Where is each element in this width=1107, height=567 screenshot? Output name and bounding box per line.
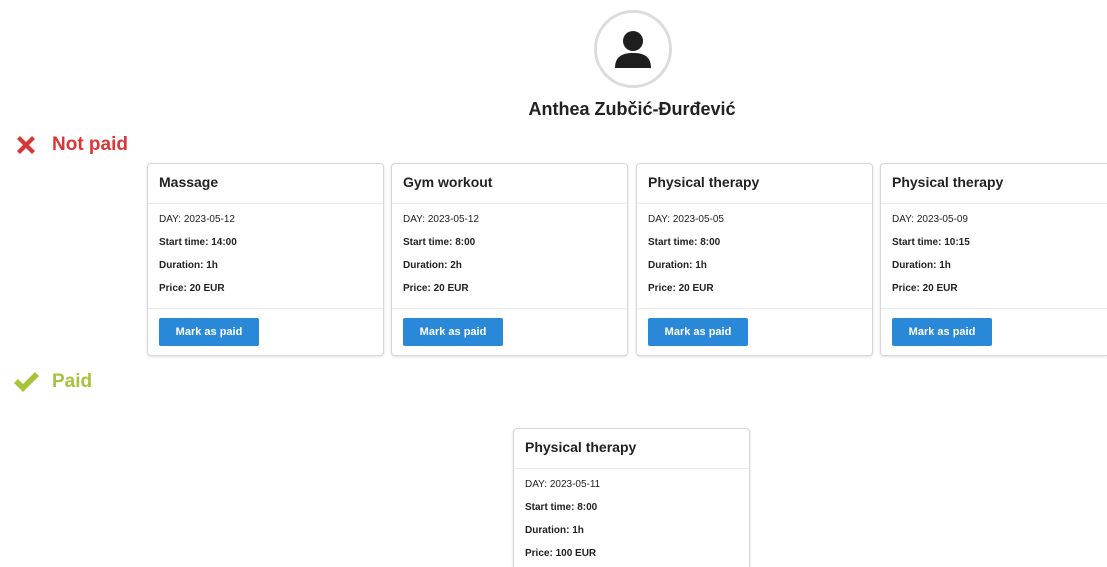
card-day: DAY: 2023-05-09 xyxy=(892,214,968,225)
card-start-time: Start time: 8:00 xyxy=(525,502,598,513)
check-mark-icon xyxy=(12,368,40,396)
mark-as-paid-button[interactable]: Mark as paid xyxy=(648,318,748,346)
card-price: Price: 20 EUR xyxy=(892,283,958,294)
page: Anthea Zubčić-Đurđević Not paid Massage … xyxy=(0,0,1107,567)
appointment-card: Physical therapy DAY: 2023-05-11 Start t… xyxy=(513,428,750,567)
card-day: DAY: 2023-05-12 xyxy=(159,214,235,225)
card-start-time: Start time: 8:00 xyxy=(648,237,721,248)
section-label-paid: Paid xyxy=(52,371,93,392)
card-title: Massage xyxy=(148,164,383,204)
section-header-not-paid: Not paid xyxy=(12,131,128,159)
card-duration: Duration: 1h xyxy=(892,260,951,271)
card-price: Price: 20 EUR xyxy=(159,283,225,294)
mark-as-paid-button[interactable]: Mark as paid xyxy=(403,318,503,346)
card-duration: Duration: 2h xyxy=(403,260,462,271)
section-header-paid: Paid xyxy=(12,368,92,396)
card-day: DAY: 2023-05-11 xyxy=(525,479,601,490)
appointment-card: Massage DAY: 2023-05-12 Start time: 14:0… xyxy=(147,163,384,356)
card-duration: Duration: 1h xyxy=(159,260,218,271)
card-title: Physical therapy xyxy=(514,429,749,469)
avatar xyxy=(594,10,672,88)
appointment-card: Gym workout DAY: 2023-05-12 Start time: … xyxy=(391,163,628,356)
x-mark-icon xyxy=(12,131,40,159)
card-duration: Duration: 1h xyxy=(525,525,584,536)
mark-as-paid-button[interactable]: Mark as paid xyxy=(892,318,992,346)
card-title: Physical therapy xyxy=(637,164,872,204)
card-price: Price: 20 EUR xyxy=(648,283,714,294)
card-start-time: Start time: 10:15 xyxy=(892,237,970,248)
user-name: Anthea Zubčić-Đurđević xyxy=(528,99,736,119)
card-price: Price: 100 EUR xyxy=(525,548,597,559)
card-duration: Duration: 1h xyxy=(648,260,707,271)
user-icon xyxy=(615,31,651,68)
card-day: DAY: 2023-05-12 xyxy=(403,214,479,225)
card-title: Gym workout xyxy=(392,164,627,204)
card-start-time: Start time: 8:00 xyxy=(403,237,476,248)
card-start-time: Start time: 14:00 xyxy=(159,237,237,248)
card-day: DAY: 2023-05-05 xyxy=(648,214,724,225)
appointment-card: Physical therapy DAY: 2023-05-09 Start t… xyxy=(880,163,1107,356)
card-price: Price: 20 EUR xyxy=(403,283,469,294)
section-label-not-paid: Not paid xyxy=(52,134,128,155)
appointment-card: Physical therapy DAY: 2023-05-05 Start t… xyxy=(636,163,873,356)
card-title: Physical therapy xyxy=(881,164,1107,204)
mark-as-paid-button[interactable]: Mark as paid xyxy=(159,318,259,346)
